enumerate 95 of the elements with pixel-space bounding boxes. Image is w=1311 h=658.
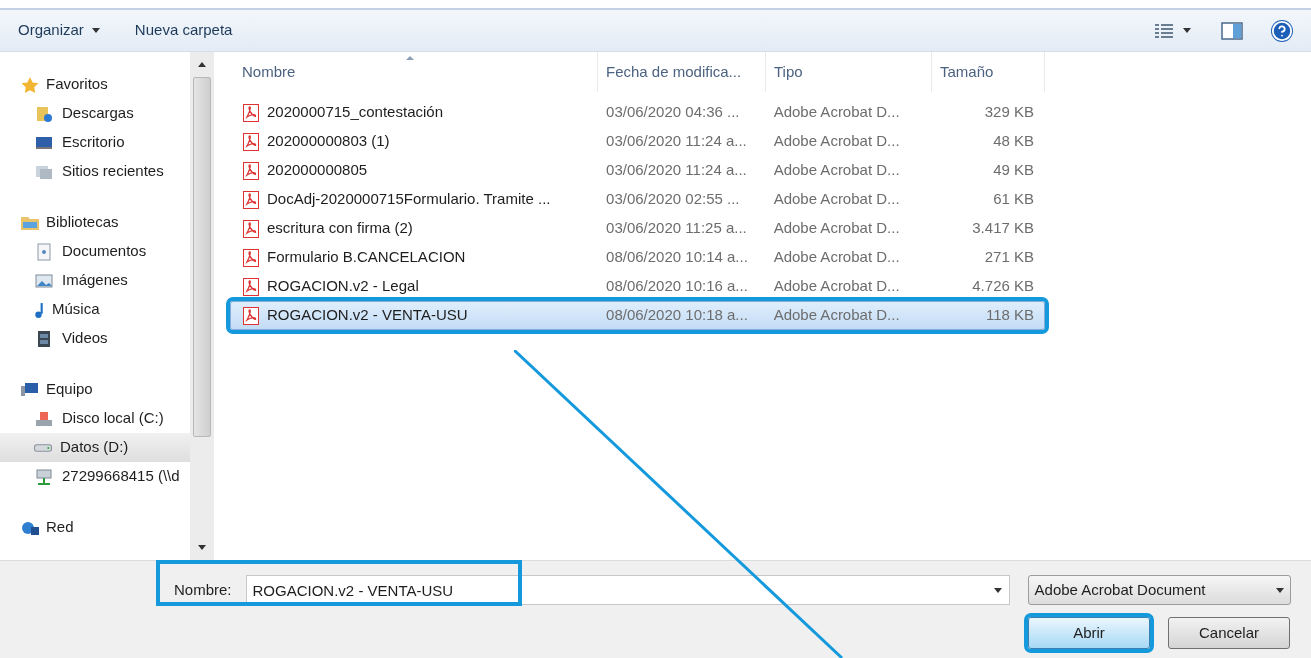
modified-date: 03/06/2020 04:36 ... bbox=[605, 102, 741, 123]
drive-icon bbox=[34, 443, 52, 452]
caret-icon bbox=[1183, 28, 1191, 33]
nav-item[interactable]: Imágenes bbox=[0, 266, 190, 295]
nav-item[interactable]: Música bbox=[0, 295, 190, 324]
help-button[interactable] bbox=[1271, 19, 1293, 42]
modified-date: 03/06/2020 02:55 ... bbox=[605, 189, 741, 210]
nav-item[interactable]: Datos (D:) bbox=[0, 433, 190, 462]
help-icon bbox=[1271, 19, 1293, 42]
file-name: Formulario B.CANCELACION bbox=[267, 247, 466, 268]
nav-group-header[interactable]: Red bbox=[0, 513, 190, 542]
pdf-file-icon bbox=[243, 248, 259, 267]
file-row[interactable]: 202000000803 (1) 03/06/2020 11:24 a... Adobe Acrobat D... 48 KB bbox=[230, 127, 1045, 156]
column-header[interactable]: Fecha de modifica... bbox=[598, 52, 766, 92]
scroll-up-arrow-icon bbox=[198, 62, 206, 67]
pdf-file-icon bbox=[243, 190, 259, 209]
file-name: ROGACION.v2 - Legal bbox=[267, 276, 419, 297]
file-type: Adobe Acrobat D... bbox=[772, 189, 901, 210]
organize-menu-button[interactable]: Organizar bbox=[18, 19, 100, 42]
file-type: Adobe Acrobat D... bbox=[772, 247, 901, 268]
computer-icon bbox=[20, 380, 40, 399]
pdf-file-icon bbox=[243, 277, 259, 296]
filename-label: Nombre: bbox=[173, 579, 233, 600]
file-name: DocAdj-2020000715Formulario. Tramite ... bbox=[267, 189, 551, 210]
file-type: Adobe Acrobat D... bbox=[772, 305, 901, 326]
nav-item[interactable]: Descargas bbox=[0, 99, 190, 128]
sort-ascending-icon bbox=[406, 56, 414, 60]
file-name: 202000000805 bbox=[267, 160, 368, 181]
document-icon bbox=[34, 242, 54, 261]
file-size: 271 KB bbox=[983, 247, 1035, 268]
nav-item[interactable]: Videos bbox=[0, 324, 190, 353]
file-row[interactable]: Formulario B.CANCELACION 08/06/2020 10:14 a... Adobe Acrobat D... 271 KB bbox=[230, 243, 1045, 272]
file-size: 4.726 KB bbox=[971, 276, 1035, 297]
caret-icon bbox=[91, 28, 100, 33]
modified-date: 03/06/2020 11:24 a... bbox=[605, 131, 748, 152]
caret-icon bbox=[993, 588, 1002, 593]
nav-group-header[interactable]: Favoritos bbox=[0, 70, 190, 99]
image-icon bbox=[34, 271, 54, 290]
file-size: 61 KB bbox=[992, 189, 1035, 210]
file-size: 3.417 KB bbox=[971, 218, 1035, 239]
file-size: 329 KB bbox=[983, 102, 1035, 123]
caret-icon bbox=[1275, 587, 1284, 593]
file-name: escritura con firma (2) bbox=[267, 218, 413, 239]
file-type-select[interactable]: Adobe Acrobat Document bbox=[1027, 575, 1291, 605]
file-row[interactable]: DocAdj-2020000715Formulario. Tramite ... 03/06/2020 02:55 ... Adobe Acrobat D... 61 KB bbox=[230, 185, 1045, 214]
column-header[interactable]: Tamaño bbox=[932, 52, 1045, 92]
pdf-file-icon bbox=[243, 103, 259, 122]
file-type: Adobe Acrobat D... bbox=[772, 131, 901, 152]
file-type: Adobe Acrobat D... bbox=[772, 276, 901, 297]
preview-pane-button[interactable] bbox=[1221, 21, 1243, 40]
new-folder-button[interactable]: Nueva carpeta bbox=[134, 19, 233, 42]
view-options-button[interactable] bbox=[1155, 23, 1191, 38]
file-row[interactable]: 202000000805 03/06/2020 11:24 a... Adobe Acrobat D... 49 KB bbox=[230, 156, 1045, 185]
nav-item[interactable]: 27299668415 (\\d bbox=[0, 462, 190, 491]
modified-date: 08/06/2020 10:16 a... bbox=[605, 276, 749, 297]
modified-date: 03/06/2020 11:24 a... bbox=[605, 160, 748, 181]
network-drive-icon bbox=[34, 467, 54, 486]
modified-date: 08/06/2020 10:14 a... bbox=[605, 247, 749, 268]
nav-item[interactable]: Documentos bbox=[0, 237, 190, 266]
file-name: ROGACION.v2 - VENTA-USU bbox=[267, 305, 468, 326]
file-name: 2020000715_contestación bbox=[267, 102, 443, 123]
file-name: 202000000803 (1) bbox=[267, 131, 390, 152]
nav-item[interactable]: Escritorio bbox=[0, 128, 190, 157]
file-row[interactable]: ROGACION.v2 - Legal 08/06/2020 10:16 a... Adobe Acrobat D... 4.726 KB bbox=[230, 272, 1045, 301]
file-size: 49 KB bbox=[992, 160, 1035, 181]
cancel-button[interactable]: Cancelar bbox=[1168, 617, 1290, 649]
nav-group-header[interactable]: Bibliotecas bbox=[0, 208, 190, 237]
column-header[interactable]: Tipo bbox=[766, 52, 932, 92]
file-type: Adobe Acrobat D... bbox=[772, 102, 901, 123]
folder-download-icon bbox=[34, 104, 54, 123]
pdf-file-icon bbox=[243, 219, 259, 238]
star-icon bbox=[20, 75, 40, 94]
nav-item[interactable]: Disco local (C:) bbox=[0, 404, 190, 433]
scrollbar[interactable] bbox=[190, 52, 214, 560]
file-type: Adobe Acrobat D... bbox=[772, 160, 901, 181]
column-header[interactable]: Nombre bbox=[230, 52, 598, 92]
modified-date: 08/06/2020 10:18 a... bbox=[605, 305, 749, 326]
details-view-icon bbox=[1155, 23, 1173, 38]
nav-group-header[interactable]: Equipo bbox=[0, 375, 190, 404]
file-size: 48 KB bbox=[992, 131, 1035, 152]
filename-field[interactable]: ROGACION.v2 - VENTA-USU bbox=[245, 575, 1010, 605]
nav-item[interactable]: Sitios recientes bbox=[0, 157, 190, 186]
file-row[interactable]: escritura con firma (2) 03/06/2020 11:25 a... Adobe Acrobat D... 3.417 KB bbox=[230, 214, 1045, 243]
scroll-down-arrow-icon bbox=[198, 545, 206, 550]
system-drive-icon bbox=[34, 409, 54, 428]
scrollbar-thumb[interactable] bbox=[193, 77, 211, 437]
pdf-file-icon bbox=[243, 306, 259, 325]
file-type: Adobe Acrobat D... bbox=[772, 218, 901, 239]
file-size: 118 KB bbox=[984, 305, 1035, 326]
pdf-file-icon bbox=[243, 161, 259, 180]
pdf-file-icon bbox=[243, 132, 259, 151]
music-note-icon bbox=[34, 301, 44, 318]
modified-date: 03/06/2020 11:25 a... bbox=[605, 218, 748, 239]
file-row[interactable]: 2020000715_contestación 03/06/2020 04:36 ... Adobe Acrobat D... 329 KB bbox=[230, 98, 1045, 127]
preview-pane-icon bbox=[1221, 21, 1243, 40]
